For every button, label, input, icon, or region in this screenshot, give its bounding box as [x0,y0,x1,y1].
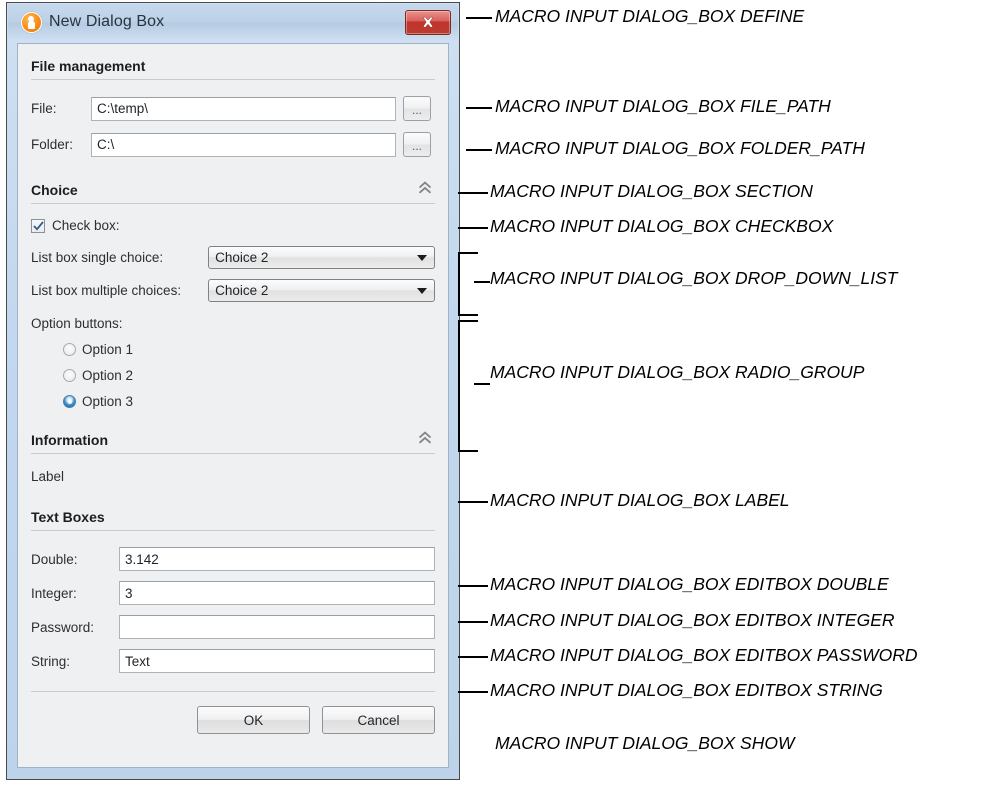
annotation-editbox-string: MACRO INPUT DIALOG_BOX EDITBOX STRING [490,680,883,700]
dropdown-row-single: List box single choice: Choice 2 [31,246,435,269]
annotation-file-path: MACRO INPUT DIALOG_BOX FILE_PATH [495,96,831,116]
single-choice-value: Choice 2 [215,250,269,265]
double-input[interactable]: 3.142 [119,547,435,571]
section-title: File management [31,58,146,74]
chevron-down-icon [417,287,427,294]
section-rule [31,453,435,454]
footer-rule [31,691,435,692]
field-row-double: Double: 3.142 [31,547,435,571]
annotation-radio-group: MACRO INPUT DIALOG_BOX RADIO_GROUP [490,362,865,382]
section-header-information[interactable]: Information [31,429,435,454]
cancel-button[interactable]: Cancel [322,706,435,734]
radio-label: Option 3 [82,394,134,409]
check-box[interactable] [31,218,45,233]
person-circle-icon [21,11,42,33]
bracket-stem-dropdown [474,281,490,283]
section-title: Choice [31,182,78,198]
check-box-label: Check box: [52,218,120,233]
single-choice-dropdown[interactable]: Choice 2 [208,246,435,269]
field-row-string: String: Text [31,649,435,673]
annotation-section: MACRO INPUT DIALOG_BOX SECTION [490,181,813,201]
integer-label: Integer: [31,585,77,601]
radio-button-selected[interactable] [63,395,76,408]
leader-line-editbox-string [458,691,488,693]
radio-row-option-1[interactable]: Option 1 [63,342,435,357]
ok-button[interactable]: OK [197,706,310,734]
multiple-choice-dropdown[interactable]: Choice 2 [208,279,435,302]
dialog-content: File management File: C:\temp\ ... Folde… [17,43,449,768]
folder-path-input[interactable]: C:\ [91,132,396,157]
field-row-password: Password: [31,615,435,639]
field-row-folder: Folder: C:\ ... [31,132,435,157]
file-label: File: [31,101,57,116]
annotation-editbox-integer: MACRO INPUT DIALOG_BOX EDITBOX INTEGER [490,610,895,630]
radio-label: Option 1 [82,342,134,357]
leader-line-folder-path [466,149,492,151]
bracket-radio-group [458,320,478,452]
folder-label: Folder: [31,137,74,152]
multiple-choice-value: Choice 2 [215,283,269,298]
password-input[interactable] [119,615,435,639]
chevron-up-double-icon[interactable] [417,431,433,445]
section-rule [31,530,435,531]
file-browse-button[interactable]: ... [403,96,431,121]
close-button[interactable] [405,10,451,35]
dialog-window: New Dialog Box File management File: C:\… [6,2,460,780]
annotation-drop-down-list: MACRO INPUT DIALOG_BOX DROP_DOWN_LIST [490,268,898,288]
radio-button[interactable] [63,343,76,356]
radio-row-option-3[interactable]: Option 3 [63,394,435,409]
leader-line-editbox-password [458,656,488,658]
bracket-stem-radio [474,383,490,385]
annotation-checkbox: MACRO INPUT DIALOG_BOX CHECKBOX [490,216,834,236]
integer-input[interactable]: 3 [119,581,435,605]
dropdown-row-multiple: List box multiple choices: Choice 2 [31,279,435,302]
password-label: Password: [31,619,95,635]
single-choice-label: List box single choice: [31,250,164,265]
annotation-label: MACRO INPUT DIALOG_BOX LABEL [490,490,790,510]
leader-line-file-path [466,107,492,109]
leader-line-editbox-double [458,585,488,587]
annotation-show: MACRO INPUT DIALOG_BOX SHOW [495,733,795,753]
dialog-titlebar[interactable]: New Dialog Box [8,4,458,40]
option-buttons-label: Option buttons: [31,316,123,331]
annotation-editbox-password: MACRO INPUT DIALOG_BOX EDITBOX PASSWORD [490,645,918,665]
radio-row-option-2[interactable]: Option 2 [63,368,435,383]
string-label: String: [31,653,71,669]
section-header-text-boxes: Text Boxes [31,506,435,531]
dialog-title: New Dialog Box [49,13,165,30]
footer-buttons: OK Cancel [31,706,435,734]
bracket-dropdown-group [458,252,478,316]
section-header-choice[interactable]: Choice [31,179,435,204]
section-header-file-management: File management [31,55,435,80]
close-icon [422,16,434,28]
information-label: Label [31,469,65,484]
leader-line-label [458,501,488,503]
file-path-input[interactable]: C:\temp\ [91,96,396,121]
section-title: Information [31,432,108,448]
leader-line-editbox-integer [458,621,488,623]
field-row-integer: Integer: 3 [31,581,435,605]
string-input[interactable]: Text [119,649,435,673]
annotation-define: MACRO INPUT DIALOG_BOX DEFINE [495,6,805,26]
leader-line-define [466,17,492,19]
checkbox-row[interactable]: Check box: [31,218,435,233]
leader-line-section [458,192,488,194]
checkmark-icon [32,220,44,231]
field-row-file: File: C:\temp\ ... [31,96,435,121]
section-title: Text Boxes [31,509,105,525]
annotation-folder-path: MACRO INPUT DIALOG_BOX FOLDER_PATH [495,138,865,158]
section-rule [31,203,435,204]
chevron-up-double-icon[interactable] [417,181,433,195]
leader-line-checkbox [458,227,488,229]
annotation-editbox-double: MACRO INPUT DIALOG_BOX EDITBOX DOUBLE [490,574,889,594]
multiple-choice-label: List box multiple choices: [31,283,182,298]
radio-label: Option 2 [82,368,134,383]
double-label: Double: [31,551,78,567]
chevron-down-icon [417,254,427,261]
folder-browse-button[interactable]: ... [403,132,431,157]
screenshot-root: New Dialog Box File management File: C:\… [0,0,996,792]
section-rule [31,79,435,80]
radio-button[interactable] [63,369,76,382]
